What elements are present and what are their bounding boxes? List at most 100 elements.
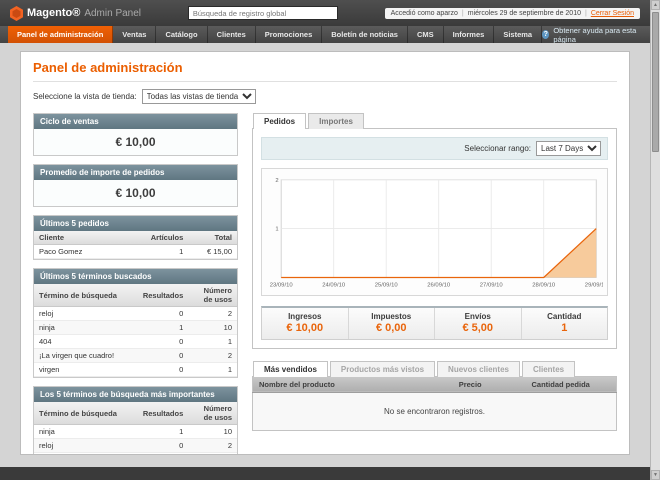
table-row: ninja 1 10: [34, 424, 237, 439]
column-header: Cantidad pedida: [525, 376, 617, 393]
stat-value: 1: [561, 321, 568, 334]
stat-value: € 0,00: [375, 321, 407, 334]
table-cell: 0: [137, 334, 189, 349]
range-select[interactable]: Last 7 Days: [536, 141, 601, 156]
help-icon: ?: [542, 30, 550, 39]
page-help-link[interactable]: ? Obtener ayuda para esta página: [542, 25, 640, 44]
table-row: virgen 0 1: [34, 362, 237, 377]
content-background: Panel de administración Seleccione la vi…: [0, 43, 650, 467]
table-cell: 0: [137, 452, 189, 454]
table-header-row: Nombre del producto Precio Cantidad pedida: [252, 376, 617, 393]
nav-item-ventas[interactable]: Ventas: [113, 26, 157, 43]
page-help-label: Obtener ayuda para esta página: [553, 25, 637, 44]
stat-label: Ingresos: [288, 311, 322, 321]
magento-admin-screen: Magento® Admin Panel Accedió como aparzo…: [0, 0, 660, 480]
table-cell: ninja: [34, 424, 138, 439]
empty-row: No se encontraron registros.: [252, 392, 617, 431]
totals-row: Ingresos € 10,00 Impuestos € 0,00 Envíos…: [261, 305, 608, 340]
tab-nuevos-clientes[interactable]: Nuevos clientes: [437, 360, 520, 377]
column-header: Precio: [452, 376, 526, 393]
nav-item-promociones[interactable]: Promociones: [256, 26, 323, 43]
store-view-label: Seleccione la vista de tienda:: [33, 92, 137, 101]
scroll-down-arrow[interactable]: ▼: [651, 470, 660, 480]
nav-item-catalogo[interactable]: Catálogo: [156, 26, 208, 43]
table-row: Paco Gomez 1 € 15,00: [34, 244, 237, 259]
stat-label: Impuestos: [371, 311, 412, 321]
stat-label: Envíos: [464, 311, 491, 321]
svg-text:23/09/10: 23/09/10: [270, 283, 294, 289]
divider: |: [461, 9, 464, 17]
magento-logo[interactable]: Magento® Admin Panel: [10, 5, 142, 21]
table-cell: € 15,00: [188, 244, 237, 259]
svg-text:29/09/10: 29/09/10: [585, 283, 603, 289]
scroll-up-arrow[interactable]: ▲: [651, 0, 660, 10]
average-orders-panel: Promedio de importe de pedidos € 10,00: [33, 164, 238, 207]
tab-pedidos[interactable]: Pedidos: [253, 113, 307, 129]
scrollbar-thumb[interactable]: [652, 12, 659, 152]
panel-title: Últimos 5 términos buscados: [34, 269, 237, 284]
nav-item-informes[interactable]: Informes: [444, 26, 495, 43]
divider: |: [584, 9, 587, 17]
table-cell: reloj: [34, 438, 138, 453]
column-header: Número de usos: [188, 284, 237, 307]
panel-title: Promedio de importe de pedidos: [34, 165, 237, 180]
vertical-scrollbar[interactable]: ▲ ▼: [650, 0, 660, 480]
panel-title: Ciclo de ventas: [34, 114, 237, 129]
tab-productos-mas-vistos[interactable]: Productos más vistos: [329, 360, 436, 377]
dashboard-main-column: Pedidos Importes Seleccionar rango: Last…: [252, 113, 617, 454]
store-view-select[interactable]: Todas las vistas de tienda: [141, 89, 256, 104]
table-header-row: Término de búsqueda Resultados Número de u…: [34, 284, 237, 307]
nav-item-boletin[interactable]: Boletín de noticias: [322, 26, 408, 43]
title-divider: [33, 81, 617, 82]
table-row: reloj 0 2: [34, 306, 237, 321]
logo-subtitle: Admin Panel: [84, 7, 142, 19]
table-cell: 1: [188, 334, 237, 349]
nav-item-dashboard[interactable]: Panel de administración: [8, 26, 114, 43]
table-cell: 1: [137, 320, 189, 335]
empty-message: No se encontraron registros.: [252, 392, 617, 431]
products-block: Más vendidos Productos más vistos Nuevos…: [252, 360, 617, 431]
tab-importes[interactable]: Importes: [308, 113, 364, 129]
tab-mas-vendidos[interactable]: Más vendidos: [253, 360, 328, 377]
logout-link[interactable]: Cerrar Sesión: [591, 10, 634, 17]
table-cell: 1: [188, 362, 237, 377]
stat-cantidad: Cantidad 1: [520, 307, 608, 339]
column-header: Artículos: [139, 231, 189, 245]
nav-item-sistema[interactable]: Sistema: [494, 26, 543, 43]
column-header: Total: [188, 231, 237, 245]
svg-text:1: 1: [275, 227, 278, 233]
column-header: Nombre del producto: [252, 376, 453, 393]
stat-ingresos: Ingresos € 10,00: [262, 308, 348, 339]
panel-title: Los 5 términos de búsqueda más important…: [34, 387, 237, 402]
column-header: Término de búsqueda: [34, 402, 138, 425]
tab-clientes[interactable]: Clientes: [521, 360, 576, 377]
logged-in-as-text: Accedió como aparzo: [390, 9, 458, 17]
column-header: Resultados: [137, 402, 189, 425]
top-search-terms-table: Término de búsqueda Resultados Número de u…: [34, 402, 237, 454]
store-view-row: Seleccione la vista de tienda: Todas las…: [33, 89, 617, 104]
panel-title: Últimos 5 pedidos: [34, 216, 237, 231]
column-header: Cliente: [34, 231, 140, 245]
table-row: ¡La virgen que cuadro!02: [34, 348, 237, 363]
logo-text: Magento®: [27, 7, 81, 19]
nav-item-clientes[interactable]: Clientes: [208, 26, 256, 43]
scrollbar-track[interactable]: [651, 154, 660, 470]
lifetime-sales-panel: Ciclo de ventas € 10,00: [33, 113, 238, 156]
table-header-row: Término de búsqueda Resultados Número de u…: [34, 402, 237, 425]
table-cell: 10: [188, 424, 237, 439]
table-cell: ¡La virgen que cuadro!: [34, 452, 138, 454]
table-cell: Paco Gomez: [34, 244, 140, 259]
page-title: Panel de administración: [33, 60, 183, 75]
magento-logo-icon: [10, 5, 23, 21]
stat-label: Cantidad: [547, 311, 582, 321]
table-cell: 0: [137, 306, 189, 321]
last-orders-panel: Últimos 5 pedidos Cliente Artículos Total P…: [33, 215, 238, 260]
lifetime-sales-value: € 10,00: [34, 129, 237, 155]
table-row: ninja 1 10: [34, 320, 237, 335]
sidebar-column: Ciclo de ventas € 10,00 Promedio de impo…: [33, 113, 238, 454]
nav-item-cms[interactable]: CMS: [408, 26, 444, 43]
global-search-input[interactable]: [187, 6, 338, 20]
table-cell: 1: [139, 244, 189, 259]
svg-text:25/09/10: 25/09/10: [375, 283, 399, 289]
products-tabs: Más vendidos Productos más vistos Nuevos…: [252, 360, 617, 377]
